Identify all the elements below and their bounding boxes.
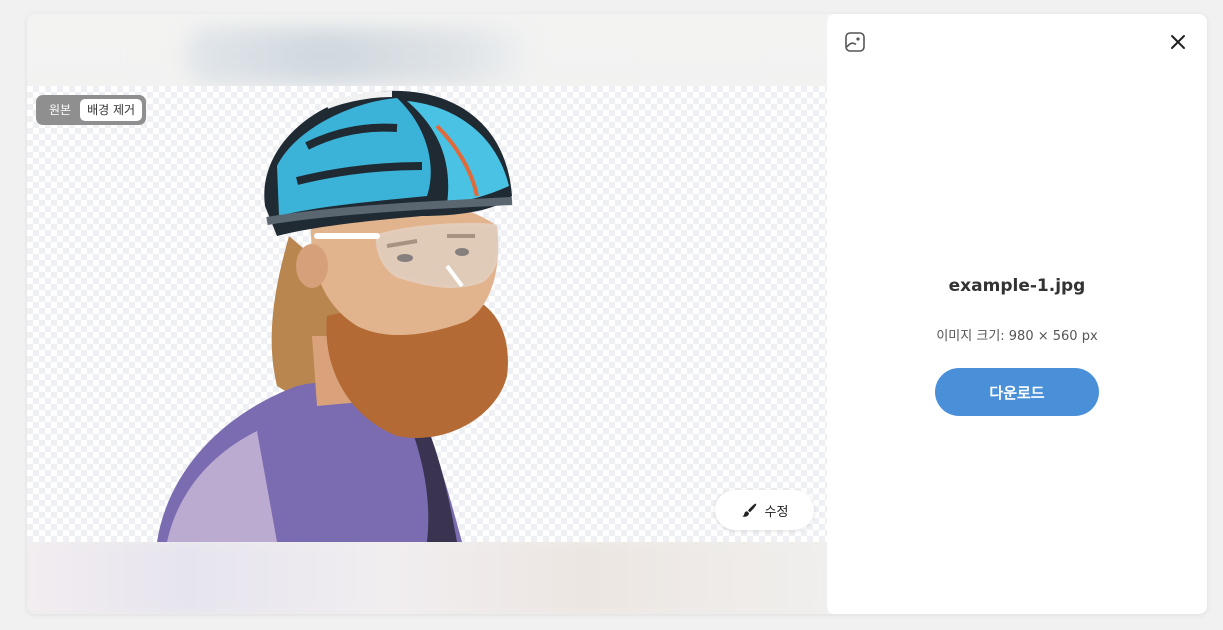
- edit-button-label: 수정: [764, 504, 789, 520]
- cutout-image: [157, 90, 513, 542]
- details-panel: example-1.jpg 이미지 크기: 980 × 560 px 다운로드: [827, 14, 1207, 614]
- file-name: example-1.jpg: [948, 276, 1086, 296]
- blurred-original-bottom: [27, 542, 827, 614]
- blurred-original-top: [187, 28, 527, 84]
- image-size: 이미지 크기: 980 × 560 px: [936, 329, 1098, 344]
- transparent-canvas: [27, 86, 827, 542]
- download-button[interactable]: 다운로드: [935, 368, 1099, 416]
- background-removal-modal: 원본 배경 제거 수정 example-1.jpg 이미지 크기: 980 × …: [27, 14, 1207, 614]
- edit-button[interactable]: 수정: [715, 490, 814, 530]
- brush-icon: [741, 503, 756, 517]
- image-preview-area: 원본 배경 제거 수정: [27, 14, 827, 614]
- view-toggle: 원본 배경 제거: [36, 95, 147, 125]
- close-icon[interactable]: [1169, 33, 1187, 51]
- image-icon: [845, 32, 865, 52]
- toggle-original[interactable]: 원본: [42, 99, 78, 121]
- toggle-background-removed[interactable]: 배경 제거: [80, 99, 143, 121]
